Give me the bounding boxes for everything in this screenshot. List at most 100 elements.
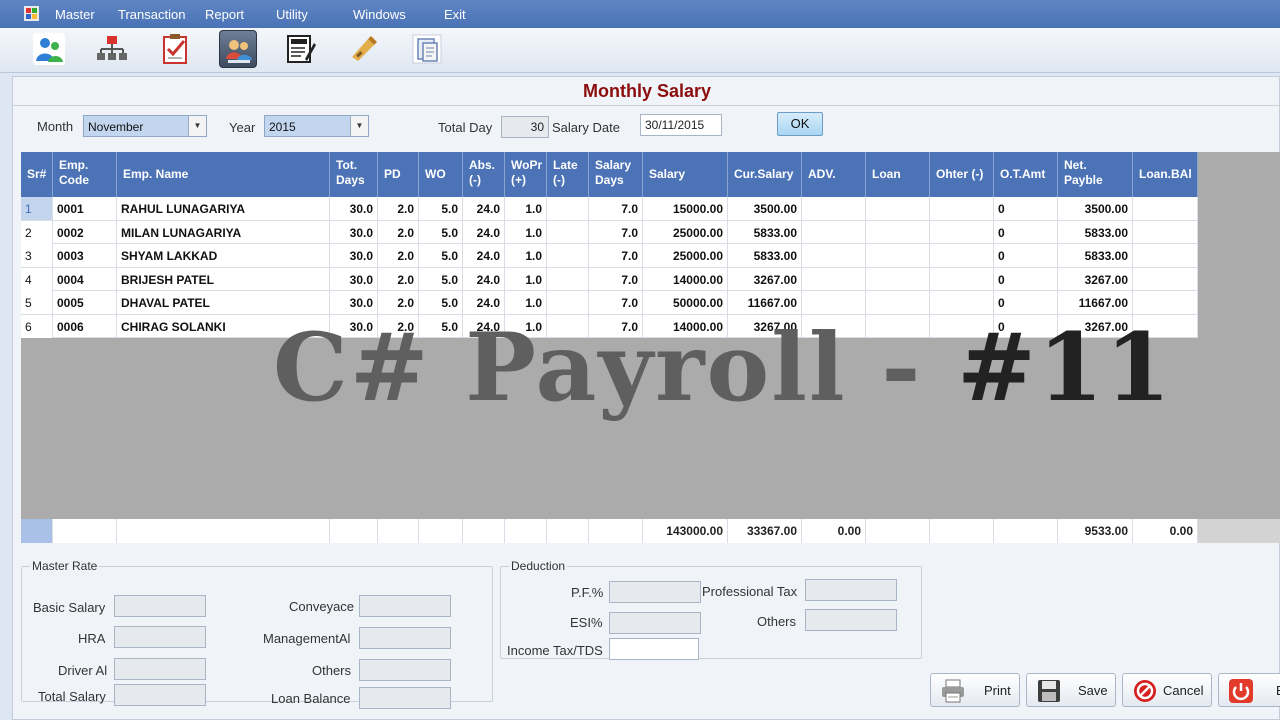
- cell-sr[interactable]: 5: [21, 291, 53, 314]
- cell-net-payble[interactable]: 11667.00: [1058, 291, 1133, 314]
- cell-cur-salary[interactable]: 5833.00: [728, 244, 802, 267]
- menu-report[interactable]: Report: [205, 7, 244, 22]
- professional-tax-field[interactable]: [805, 579, 897, 601]
- cell-salary-days[interactable]: 7.0: [589, 220, 643, 244]
- menu-windows[interactable]: Windows: [353, 7, 406, 22]
- col-header-net-payble[interactable]: Net. Payble: [1058, 152, 1133, 197]
- cell-cur-salary[interactable]: 3267.00: [728, 267, 802, 291]
- col-header-wo[interactable]: WO: [419, 152, 463, 197]
- col-header-ot-amt[interactable]: O.T.Amt: [994, 152, 1058, 197]
- col-header-sr[interactable]: Sr#: [21, 152, 53, 197]
- cell-ot-amt[interactable]: 0: [994, 267, 1058, 291]
- cell-pd[interactable]: 2.0: [378, 197, 419, 220]
- cell-other[interactable]: [930, 267, 994, 291]
- cell-other[interactable]: [930, 244, 994, 267]
- cell-emp-name[interactable]: BRIJESH PATEL: [117, 267, 330, 291]
- cell-other[interactable]: [930, 220, 994, 244]
- hra-field[interactable]: [114, 626, 206, 648]
- loan-balance-field[interactable]: [359, 687, 451, 709]
- cell-cur-salary[interactable]: 11667.00: [728, 291, 802, 314]
- cell-wopr[interactable]: 1.0: [505, 220, 547, 244]
- menu-master[interactable]: Master: [55, 7, 95, 22]
- cell-ot-amt[interactable]: 0: [994, 220, 1058, 244]
- cell-wopr[interactable]: 1.0: [505, 291, 547, 314]
- menu-transaction[interactable]: Transaction: [118, 7, 185, 22]
- cell-pd[interactable]: 2.0: [378, 244, 419, 267]
- employee-button[interactable]: [30, 30, 68, 68]
- cell-pd[interactable]: 2.0: [378, 220, 419, 244]
- cell-net-payble[interactable]: 3267.00: [1058, 267, 1133, 291]
- cell-sr[interactable]: 3: [21, 244, 53, 267]
- cell-adv[interactable]: [802, 291, 866, 314]
- col-header-loan-bal[interactable]: Loan.BAl: [1133, 152, 1198, 197]
- col-header-cur-salary[interactable]: Cur.Salary: [728, 152, 802, 197]
- cell-emp-code[interactable]: 0004: [53, 267, 117, 291]
- cell-wo[interactable]: 5.0: [419, 220, 463, 244]
- total-day-field[interactable]: 30: [501, 116, 549, 138]
- salary-date-field[interactable]: 30/11/2015: [640, 114, 722, 136]
- cell-loan-bal[interactable]: [1133, 267, 1198, 291]
- col-header-late[interactable]: Late (-): [547, 152, 589, 197]
- cell-abs[interactable]: 24.0: [463, 267, 505, 291]
- col-header-salary[interactable]: Salary: [643, 152, 728, 197]
- cell-emp-name[interactable]: RAHUL LUNAGARIYA: [117, 197, 330, 220]
- pf-field[interactable]: [609, 581, 701, 603]
- cell-adv[interactable]: [802, 244, 866, 267]
- cell-adv[interactable]: [802, 220, 866, 244]
- cell-loan[interactable]: [866, 197, 930, 220]
- cell-salary[interactable]: 25000.00: [643, 220, 728, 244]
- cancel-button[interactable]: Cancel: [1122, 673, 1212, 707]
- cell-late[interactable]: [547, 267, 589, 291]
- cell-emp-code[interactable]: 0005: [53, 291, 117, 314]
- driver-field[interactable]: [114, 658, 206, 680]
- col-header-salary-days[interactable]: Salary Days: [589, 152, 643, 197]
- col-header-tot-days[interactable]: Tot. Days: [330, 152, 378, 197]
- col-header-wopr[interactable]: WoPr (+): [505, 152, 547, 197]
- attendance-button[interactable]: [156, 30, 194, 68]
- cell-loan-bal[interactable]: [1133, 291, 1198, 314]
- table-row[interactable]: 5 0005 DHAVAL PATEL 30.0 2.0 5.0 24.0 1.0 7.0 500…: [21, 291, 1198, 315]
- utility-button[interactable]: [345, 30, 383, 68]
- cell-loan[interactable]: [866, 267, 930, 291]
- cell-salary[interactable]: 14000.00: [643, 267, 728, 291]
- cell-emp-code[interactable]: 0002: [53, 220, 117, 244]
- cell-loan[interactable]: [866, 291, 930, 314]
- cell-salary-days[interactable]: 7.0: [589, 197, 643, 220]
- cell-net-payble[interactable]: 3500.00: [1058, 197, 1133, 220]
- exit-button[interactable]: E: [1218, 673, 1280, 707]
- cell-sr[interactable]: 2: [21, 220, 53, 244]
- cell-abs[interactable]: 24.0: [463, 291, 505, 314]
- organization-button[interactable]: [93, 30, 131, 68]
- cell-emp-name[interactable]: SHYAM LAKKAD: [117, 244, 330, 267]
- conveyance-field[interactable]: [359, 595, 451, 617]
- cell-wopr[interactable]: 1.0: [505, 267, 547, 291]
- cell-tot-days[interactable]: 30.0: [330, 220, 378, 244]
- cell-salary[interactable]: 50000.00: [643, 291, 728, 314]
- chevron-down-icon[interactable]: ▼: [350, 116, 368, 136]
- report-button[interactable]: [408, 30, 446, 68]
- col-header-loan[interactable]: Loan: [866, 152, 930, 197]
- cell-late[interactable]: [547, 220, 589, 244]
- cell-salary-days[interactable]: 7.0: [589, 267, 643, 291]
- cell-other[interactable]: [930, 291, 994, 314]
- print-button[interactable]: Print: [930, 673, 1020, 707]
- cell-sr[interactable]: 6: [21, 314, 53, 338]
- cell-pd[interactable]: 2.0: [378, 291, 419, 314]
- save-button[interactable]: Save: [1026, 673, 1116, 707]
- esi-field[interactable]: [609, 612, 701, 634]
- col-header-abs[interactable]: Abs. (-): [463, 152, 505, 197]
- cell-late[interactable]: [547, 291, 589, 314]
- cell-ot-amt[interactable]: 0: [994, 291, 1058, 314]
- cell-loan[interactable]: [866, 220, 930, 244]
- cell-wo[interactable]: 5.0: [419, 197, 463, 220]
- table-row[interactable]: 2 0002 MILAN LUNAGARIYA 30.0 2.0 5.0 24.0 1.0 7.…: [21, 220, 1198, 244]
- cell-tot-days[interactable]: 30.0: [330, 291, 378, 314]
- cell-adv[interactable]: [802, 267, 866, 291]
- cell-loan-bal[interactable]: [1133, 197, 1198, 220]
- cell-late[interactable]: [547, 197, 589, 220]
- cell-emp-name[interactable]: MILAN LUNAGARIYA: [117, 220, 330, 244]
- cell-salary-days[interactable]: 7.0: [589, 291, 643, 314]
- cell-salary[interactable]: 15000.00: [643, 197, 728, 220]
- cell-sr[interactable]: 1: [21, 197, 53, 220]
- cell-adv[interactable]: [802, 197, 866, 220]
